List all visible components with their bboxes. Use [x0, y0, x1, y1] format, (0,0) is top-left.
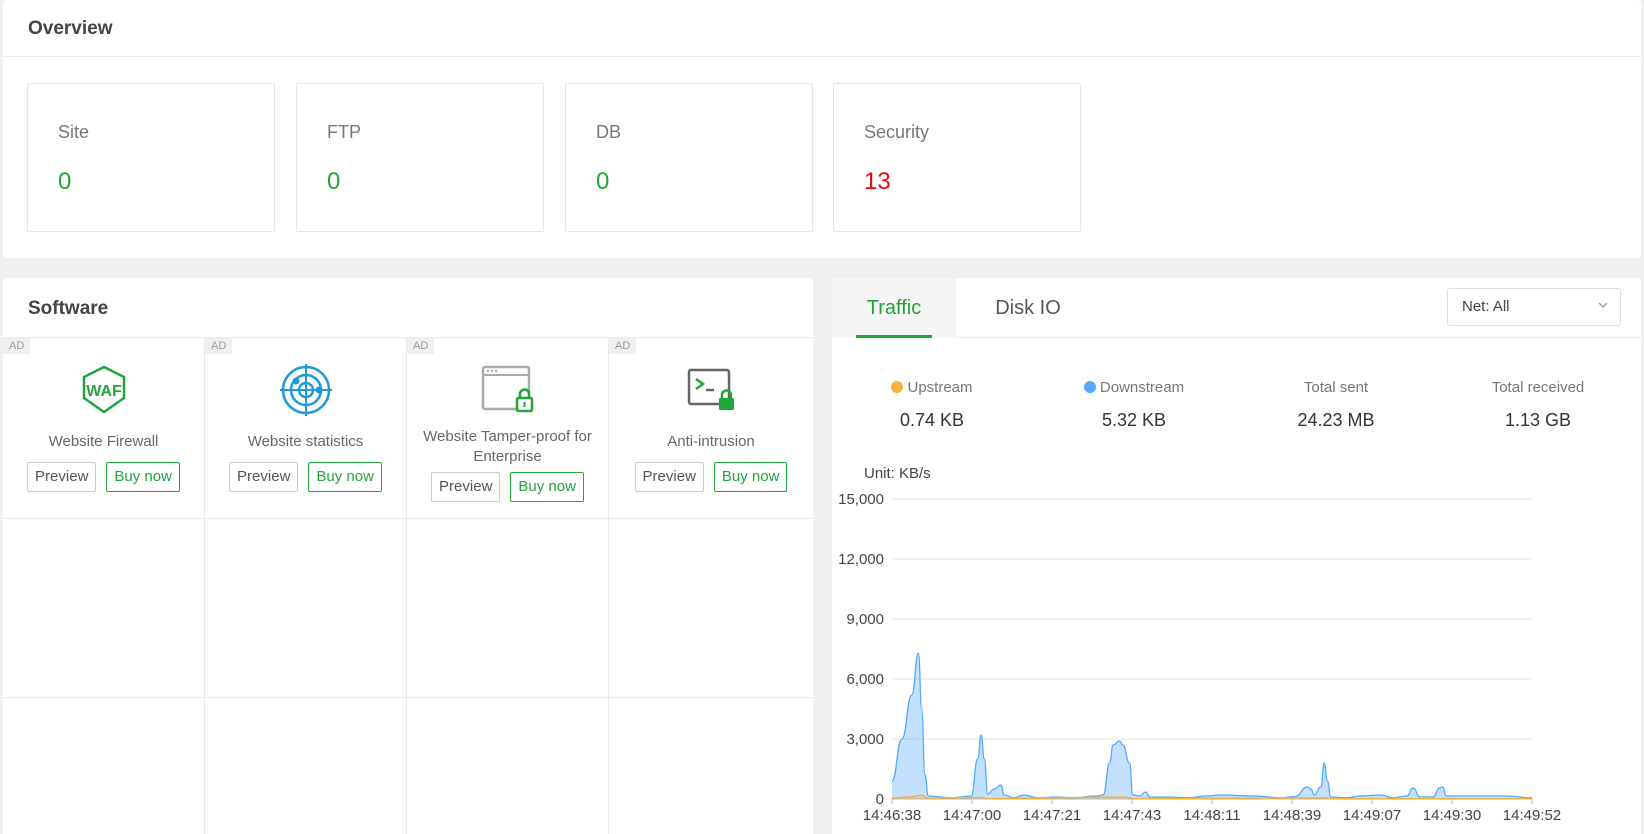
stat-card-ftp[interactable]: FTP 0: [296, 83, 544, 232]
metric-total-sent: Total sent 24.23 MB: [1236, 378, 1436, 431]
ad-tag: AD: [609, 338, 637, 354]
preview-button[interactable]: Preview: [27, 462, 97, 492]
software-empty-cell: [407, 698, 609, 834]
software-title: Software: [3, 278, 813, 338]
metric-label: Total received: [1491, 379, 1585, 396]
software-item-name: Anti-intrusion: [667, 433, 755, 450]
x-tick-label: 14:47:21: [1023, 807, 1081, 824]
metric-upstream: Upstream 0.74 KB: [832, 378, 1032, 431]
preview-button[interactable]: Preview: [431, 472, 501, 502]
software-item-buttons: Preview Buy now: [609, 462, 813, 492]
tab-label: Disk IO: [995, 297, 1061, 319]
stat-value: 0: [327, 168, 341, 195]
software-item-firewall: AD WAF Website Firewall Preview Buy now: [3, 338, 205, 519]
chevron-down-icon: [1598, 302, 1608, 308]
traffic-panel: Traffic Disk IO Net: All Upstream 0.74 K…: [832, 278, 1641, 834]
tab-disk-io[interactable]: Disk IO: [982, 278, 1074, 338]
software-panel: Software AD WAF Website Firewall Preview…: [3, 278, 813, 834]
stat-card-db[interactable]: DB 0: [565, 83, 813, 232]
metric-label: Downstream: [1099, 379, 1185, 396]
stat-card-security[interactable]: Security 13: [833, 83, 1081, 232]
stat-label: DB: [596, 122, 622, 142]
software-item-buttons: Preview Buy now: [407, 472, 608, 502]
waf-shield-icon: WAF: [82, 365, 125, 414]
software-empty-cell: [3, 519, 205, 698]
x-tick-label: 14:49:30: [1423, 807, 1481, 824]
software-item-name: Website Firewall: [48, 433, 159, 450]
y-tick-label: 0: [876, 791, 884, 808]
overview-panel: Overview Site 0 FTP 0 DB 0 Security 13: [3, 0, 1641, 258]
metric-label: Total sent: [1303, 379, 1369, 396]
preview-button[interactable]: Preview: [229, 462, 299, 492]
series-line-downstream: [891, 652, 1533, 799]
x-tick-label: 14:49:07: [1343, 807, 1401, 824]
metric-value: 5.32 KB: [1101, 410, 1167, 430]
stat-card-site[interactable]: Site 0: [27, 83, 275, 232]
y-tick-label: 6,000: [846, 671, 884, 688]
software-empty-cell: [609, 698, 813, 834]
waf-icon-text: WAF: [86, 383, 122, 400]
x-tick-label: 14:47:00: [943, 807, 1001, 824]
x-tick-label: 14:48:39: [1263, 807, 1321, 824]
software-empty-cell: [205, 698, 407, 834]
software-empty-cell: [3, 698, 205, 834]
software-item-buttons: Preview Buy now: [205, 462, 406, 492]
y-tick-label: 12,000: [838, 551, 884, 568]
terminal-lock-icon: [687, 368, 734, 410]
preview-button[interactable]: Preview: [634, 462, 704, 492]
buy-now-button[interactable]: Buy now: [308, 462, 382, 492]
stat-label: Site: [58, 122, 90, 142]
upstream-dot-icon: [891, 381, 904, 393]
stat-value: 0: [58, 168, 72, 195]
software-empty-cell: [609, 519, 813, 698]
software-item-tamper-proof: AD Website Tamper-proof for Enterprise P…: [407, 338, 609, 519]
active-tab-underline: [856, 335, 932, 338]
x-tick-label: 14:47:43: [1103, 807, 1161, 824]
metric-value: 24.23 MB: [1297, 410, 1375, 430]
metric-label: Upstream: [907, 379, 973, 396]
software-item-buttons: Preview Buy now: [3, 462, 204, 492]
overview-title: Overview: [3, 0, 1641, 57]
chart-unit-label: Unit: KB/s: [864, 465, 931, 482]
tab-label: Traffic: [866, 297, 922, 319]
x-tick-label: 14:49:52: [1503, 807, 1561, 824]
metric-value: 0.74 KB: [899, 410, 965, 430]
software-item-statistics: AD Website statistics Preview Buy now: [205, 338, 407, 519]
metric-total-received: Total received 1.13 GB: [1438, 378, 1638, 431]
ad-tag: AD: [407, 338, 435, 354]
stat-label: FTP: [327, 122, 361, 142]
software-item-anti-intrusion: AD Anti-intrusion Preview Buy now: [609, 338, 813, 519]
net-select[interactable]: Net: All: [1447, 288, 1621, 326]
stat-label: Security: [864, 122, 930, 142]
tab-traffic[interactable]: Traffic: [832, 278, 956, 338]
metric-value: 1.13 GB: [1504, 410, 1572, 430]
target-icon: [279, 364, 332, 416]
buy-now-button[interactable]: Buy now: [713, 462, 788, 492]
y-tick-label: 3,000: [846, 731, 884, 748]
x-tick-label: 14:48:11: [1183, 807, 1240, 824]
net-select-value: Net: All: [1462, 298, 1510, 315]
buy-now-button[interactable]: Buy now: [106, 462, 180, 492]
buy-now-button[interactable]: Buy now: [510, 472, 584, 502]
software-item-name: Website Tamper-proof for Enterprise: [423, 428, 592, 465]
browser-lock-icon: [481, 365, 533, 413]
x-tick-label: 14:46:38: [863, 807, 921, 824]
software-item-name: Website statistics: [247, 433, 364, 450]
series-area-downstream: [892, 653, 1532, 799]
y-tick-label: 9,000: [846, 611, 884, 628]
y-tick-label: 15,000: [838, 491, 884, 508]
ad-tag: AD: [205, 338, 233, 354]
ad-tag: AD: [3, 338, 31, 354]
stat-value: 13: [864, 168, 891, 195]
metric-downstream: Downstream 5.32 KB: [1034, 378, 1234, 431]
traffic-chart: Unit: KB/s 0 3,000 6,000 9,000 12,000 15,000 14…: [838, 465, 1561, 824]
traffic-tabs: Traffic Disk IO Net: All: [832, 278, 1641, 338]
software-empty-cell: [407, 519, 609, 698]
downstream-dot-icon: [1083, 381, 1096, 393]
software-empty-cell: [205, 519, 407, 698]
stat-value: 0: [596, 168, 610, 195]
